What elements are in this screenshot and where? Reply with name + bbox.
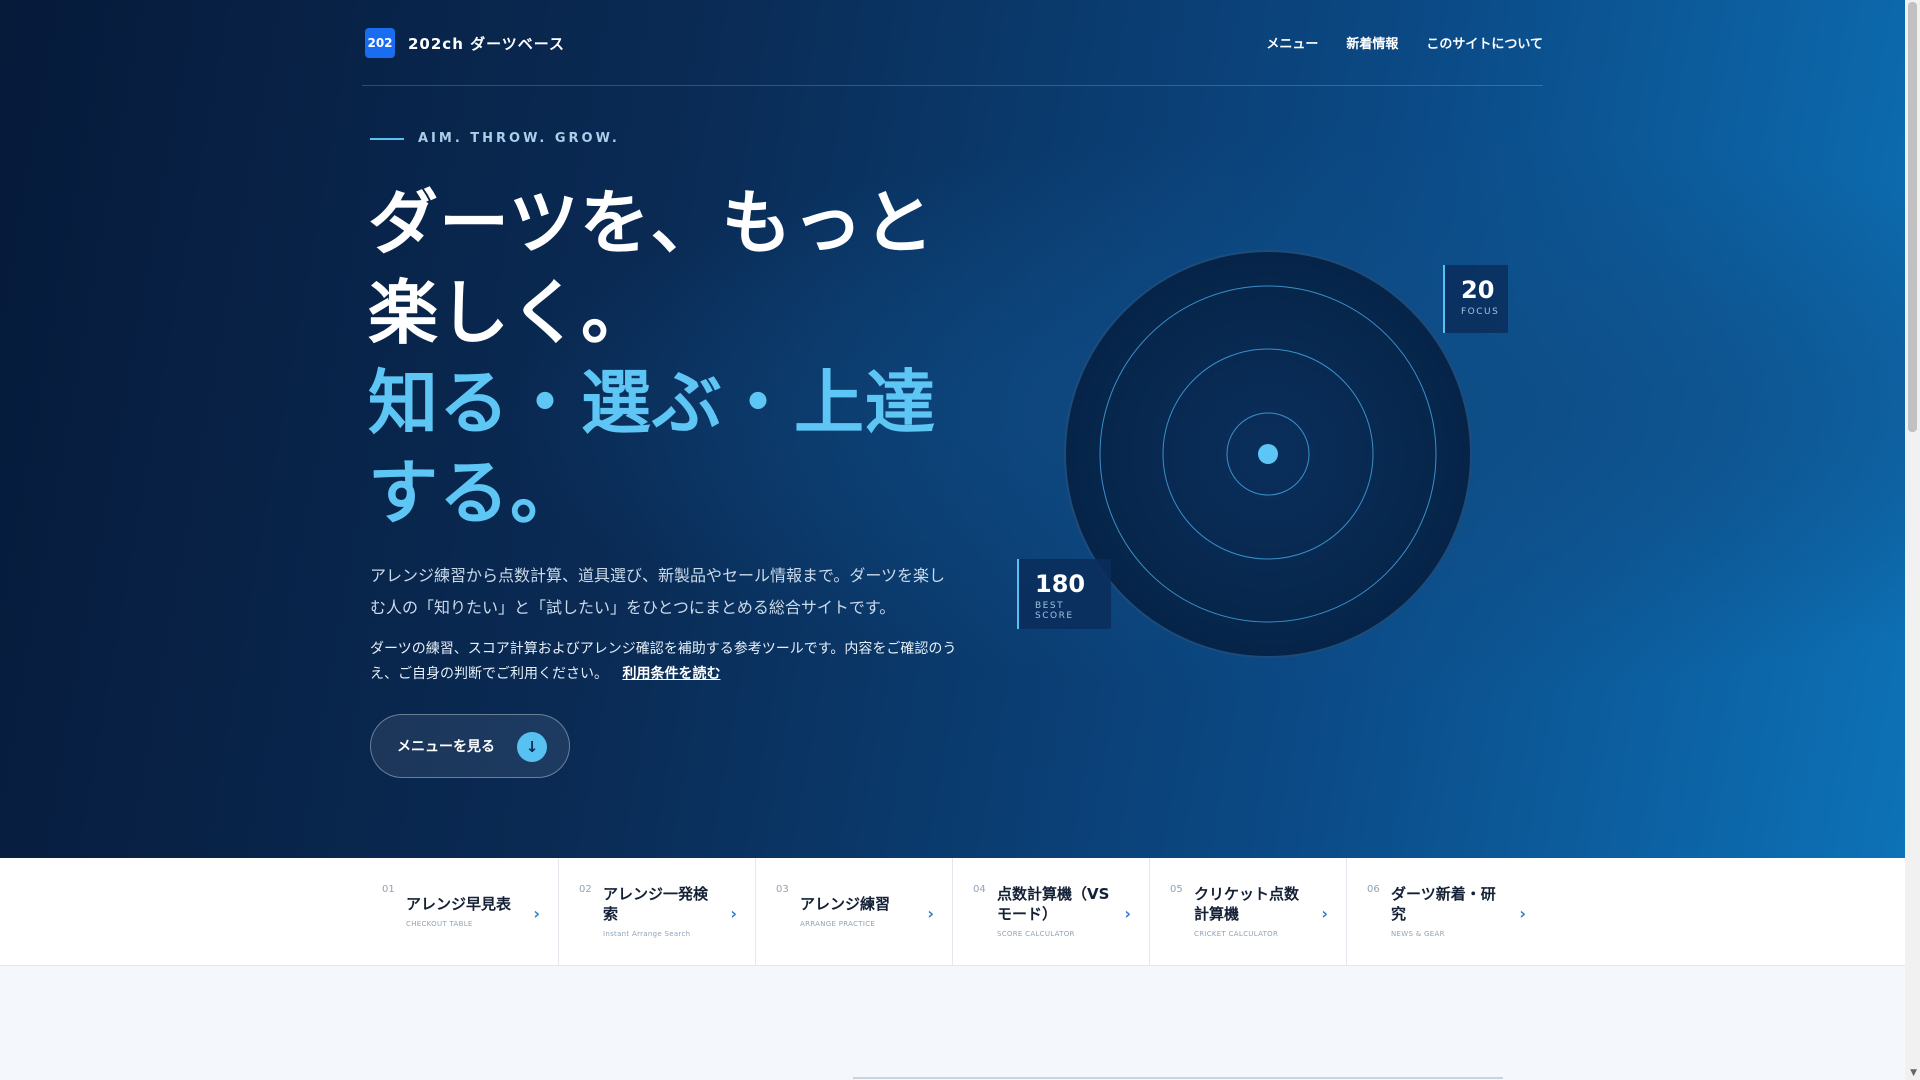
headline-line-4: する。 — [368, 452, 581, 534]
dartboard-illustration — [1064, 250, 1472, 658]
feature-subtitle: Instant Arrange Search — [603, 930, 691, 938]
feature-arrange-practice[interactable]: 03 アレンジ練習 ARRANGE PRACTICE › — [756, 858, 953, 966]
feature-checkout-table[interactable]: 01 アレンジ早見表 CHECKOUT TABLE › — [362, 858, 559, 966]
chevron-right-icon: › — [927, 904, 934, 923]
chevron-right-icon: › — [1124, 904, 1131, 923]
nav-news[interactable]: 新着情報 — [1346, 33, 1398, 52]
site-header: 202 202ch ダーツベース メニュー 新着情報 このサイトについて — [362, 0, 1543, 86]
feature-index: 03 — [776, 884, 789, 895]
headline-line-2: 楽しく。 — [368, 272, 652, 354]
view-menu-button[interactable]: メニューを見る ↓ — [370, 714, 570, 778]
page-scrollbar[interactable]: ▼ — [1905, 0, 1920, 1080]
headline-line-1: ダーツを、もっと — [368, 182, 935, 264]
target-bullseye — [1258, 444, 1278, 464]
feature-subtitle: ARRANGE PRACTICE — [800, 920, 876, 928]
best-score-card: 180 BEST SCORE — [1017, 559, 1111, 629]
feature-cricket-calculator[interactable]: 05 クリケット点数計算機 CRICKET CALCULATOR › — [1150, 858, 1347, 966]
tagline-text: AIM. THROW. GROW. — [418, 131, 620, 146]
focus-label: FOCUS — [1461, 307, 1500, 317]
logo-badge: 202 — [365, 28, 395, 58]
hero-section: 202 202ch ダーツベース メニュー 新着情報 このサイトについて AIM… — [0, 0, 1905, 858]
feature-title: クリケット点数計算機 — [1194, 885, 1300, 923]
focus-stat-card: 20 FOCUS — [1443, 265, 1508, 333]
terms-link[interactable]: 利用条件を読む — [622, 666, 720, 682]
chevron-right-icon: › — [533, 904, 540, 923]
hero-tagline: AIM. THROW. GROW. — [370, 131, 620, 146]
hero-note: ダーツの練習、スコア計算およびアレンジ確認を補助する参考ツールです。内容をご確認… — [370, 637, 960, 687]
nav-menu[interactable]: メニュー — [1266, 33, 1318, 52]
feature-title: 点数計算機（VSモード） — [997, 885, 1110, 923]
site-logo[interactable]: 202 202ch ダーツベース — [365, 28, 565, 58]
feature-subtitle: SCORE CALCULATOR — [997, 930, 1075, 938]
feature-score-calculator[interactable]: 04 点数計算機（VSモード） SCORE CALCULATOR › — [953, 858, 1150, 966]
feature-news-gear[interactable]: 06 ダーツ新着・研究 NEWS & GEAR › — [1347, 858, 1544, 966]
feature-title: ダーツ新着・研究 — [1391, 885, 1496, 923]
scroll-down-arrow-icon[interactable]: ▼ — [1910, 1068, 1917, 1078]
section-divider — [853, 1077, 1503, 1079]
hero-lead: アレンジ練習から点数計算、道具選び、新製品やセール情報まで。ダーツを楽しむ人の「… — [370, 566, 946, 617]
scrollbar-thumb[interactable] — [1908, 2, 1917, 432]
chevron-right-icon: › — [730, 904, 737, 923]
chevron-right-icon: › — [1519, 904, 1526, 923]
feature-index: 04 — [973, 884, 986, 895]
arrow-down-icon: ↓ — [517, 732, 547, 762]
hero-headline: ダーツを、もっと 楽しく。 知る・選ぶ・上達 する。 — [368, 178, 968, 538]
focus-value: 20 — [1461, 276, 1495, 304]
feature-subtitle: NEWS & GEAR — [1391, 930, 1445, 938]
headline-line-3: 知る・選ぶ・上達 — [368, 362, 936, 444]
main-nav: メニュー 新着情報 このサイトについて — [1266, 33, 1543, 52]
feature-arrange-search[interactable]: 02 アレンジ一発検索 Instant Arrange Search › — [559, 858, 756, 966]
feature-index: 05 — [1170, 884, 1183, 895]
best-score-label: BEST SCORE — [1035, 601, 1074, 621]
feature-index: 02 — [579, 884, 592, 895]
feature-index: 06 — [1367, 884, 1380, 895]
feature-strip: 01 アレンジ早見表 CHECKOUT TABLE › 02 アレンジ一発検索 … — [0, 858, 1905, 966]
feature-index: 01 — [382, 884, 395, 895]
feature-title: アレンジ練習 — [800, 895, 891, 913]
tagline-rule — [370, 137, 404, 140]
best-score-value: 180 — [1035, 570, 1086, 598]
chevron-right-icon: › — [1321, 904, 1328, 923]
feature-title: アレンジ早見表 — [406, 895, 512, 913]
cta-label: メニューを見る — [397, 739, 495, 755]
feature-subtitle: CRICKET CALCULATOR — [1194, 930, 1279, 938]
site-name: 202ch ダーツベース — [408, 34, 566, 53]
feature-subtitle: CHECKOUT TABLE — [406, 920, 473, 928]
nav-about[interactable]: このサイトについて — [1426, 33, 1543, 52]
feature-title: アレンジ一発検索 — [603, 885, 709, 923]
